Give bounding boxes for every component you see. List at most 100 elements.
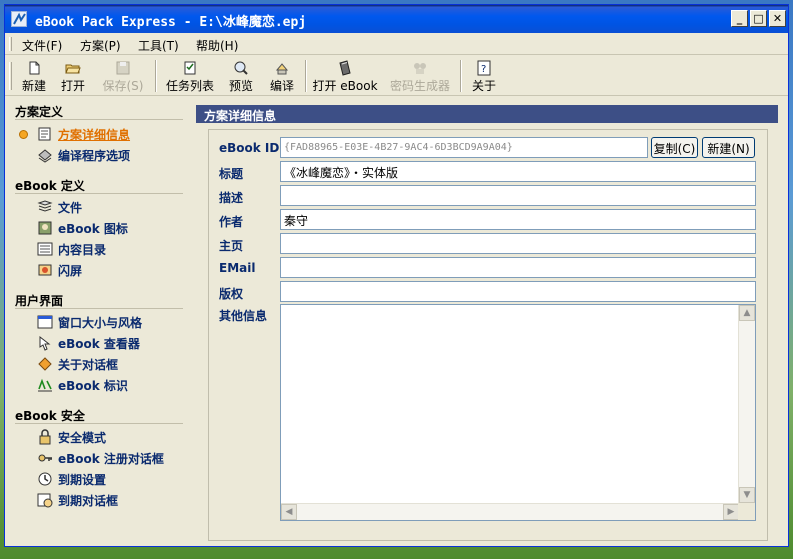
- sidebar-divider: [15, 308, 183, 309]
- splash-icon: [38, 264, 52, 276]
- sidebar-section-title: eBook 安全: [15, 409, 85, 423]
- minimize-button[interactable]: _: [731, 10, 748, 27]
- sidebar: 方案定义 方案详细信息 编译程序选项 eBook 定义 文件 eBook 图标 …: [5, 97, 188, 548]
- sidebar-item-label: 内容目录: [58, 243, 107, 257]
- ebook-id-field[interactable]: {FAD88965-E03E-4B27-9AC4-6D3BCD9A9A04}: [280, 137, 648, 158]
- sidebar-item-label: 窗口大小与风格: [58, 316, 143, 330]
- sidebar-item-label: 闪屏: [58, 264, 83, 278]
- maximize-button[interactable]: □: [750, 10, 767, 27]
- sidebar-item-label: 文件: [58, 201, 83, 215]
- expiry-settings-icon: [38, 472, 52, 486]
- horizontal-scrollbar[interactable]: ◀ ▶: [281, 503, 739, 520]
- scroll-right-icon[interactable]: ▶: [723, 504, 739, 520]
- toolbar: 新建 打开 保存(S) 任务列表 预览 编译 打开 eBook 密码生成器 ? …: [5, 56, 788, 96]
- files-icon: [37, 200, 53, 212]
- password-generator-button[interactable]: 密码生成器: [388, 58, 452, 94]
- sidebar-item-label: 方案详细信息: [58, 128, 131, 142]
- sidebar-item-label: 关于对话框: [58, 358, 119, 372]
- sidebar-item-label: 到期设置: [58, 473, 107, 487]
- menu-file[interactable]: 文件(F): [22, 37, 62, 54]
- menu-bar: 文件(F) 方案(P) 工具(T) 帮助(H): [5, 33, 788, 55]
- expiry-dialog-icon: [37, 493, 53, 508]
- window-title: eBook Pack Express - E:\冰峰魔恋.epj: [35, 15, 307, 30]
- author-label: 作者: [219, 215, 244, 229]
- scroll-down-icon[interactable]: ▼: [739, 487, 755, 503]
- copy-button[interactable]: 复制(C): [651, 137, 698, 158]
- toolbar-separator: [155, 60, 157, 92]
- email-field[interactable]: [280, 257, 756, 278]
- sidebar-item-label: eBook 查看器: [58, 337, 140, 351]
- app-window: eBook Pack Express - E:\冰峰魔恋.epj _ □ ✕ 文…: [4, 4, 789, 547]
- ebook-icon: [339, 60, 351, 76]
- description-field[interactable]: [280, 185, 756, 206]
- toolbar-grip: [9, 62, 12, 90]
- compiler-options-icon: [38, 149, 52, 163]
- author-field[interactable]: 秦守: [280, 209, 756, 230]
- password-generator-label: 密码生成器: [389, 79, 450, 93]
- active-bullet-icon: [19, 130, 28, 139]
- title-bar[interactable]: eBook Pack Express - E:\冰峰魔恋.epj _ □ ✕: [5, 5, 788, 33]
- sidebar-item-label: eBook 标识: [58, 379, 128, 393]
- svg-text:?: ?: [481, 64, 486, 75]
- vertical-scrollbar[interactable]: ▲ ▼: [738, 305, 755, 503]
- about-label: 关于: [471, 79, 496, 93]
- save-button[interactable]: 保存(S): [100, 58, 146, 94]
- sidebar-section-title: 方案定义: [15, 105, 64, 119]
- sidebar-item-label: 安全模式: [58, 431, 107, 445]
- password-generator-icon: [414, 63, 426, 74]
- save-label: 保存(S): [102, 79, 144, 93]
- menu-project[interactable]: 方案(P): [80, 37, 121, 54]
- ebook-icon-icon: [38, 221, 52, 235]
- sidebar-item-label: eBook 注册对话框: [58, 452, 164, 466]
- sidebar-item-label: 到期对话框: [58, 494, 119, 508]
- homepage-field[interactable]: [280, 233, 756, 254]
- compile-button[interactable]: 编译: [266, 58, 298, 94]
- app-icon[interactable]: [11, 11, 27, 27]
- new-id-button[interactable]: 新建(N): [702, 137, 755, 158]
- other-info-label: 其他信息: [219, 309, 268, 323]
- menu-help[interactable]: 帮助(H): [196, 37, 238, 54]
- toolbar-separator: [460, 60, 462, 92]
- copyright-field[interactable]: [280, 281, 756, 302]
- copyright-label: 版权: [219, 287, 244, 301]
- content-area: 方案详细信息 eBook ID: {FAD88965-E03E-4B27-9AC…: [196, 105, 778, 544]
- menu-tools[interactable]: 工具(T): [138, 37, 179, 54]
- ebook-id-label: eBook ID:: [219, 141, 285, 155]
- scroll-left-icon[interactable]: ◀: [281, 504, 297, 520]
- open-ebook-button[interactable]: 打开 eBook: [312, 58, 378, 94]
- preview-magnifier-icon: [234, 61, 248, 75]
- close-button[interactable]: ✕: [769, 10, 786, 27]
- scroll-up-icon[interactable]: ▲: [739, 305, 755, 321]
- open-button[interactable]: 打开: [57, 58, 89, 94]
- description-label: 描述: [219, 191, 244, 205]
- sidebar-item-label: eBook 图标: [58, 222, 128, 236]
- about-dialog-icon: [38, 357, 52, 371]
- other-info-textarea[interactable]: ▲ ▼ ◀ ▶: [280, 304, 756, 521]
- menu-grip: [9, 37, 12, 51]
- about-button[interactable]: ? 关于: [468, 58, 500, 94]
- branding-icon: [38, 378, 52, 392]
- project-details-panel: eBook ID: {FAD88965-E03E-4B27-9AC4-6D3BC…: [208, 129, 768, 541]
- sidebar-divider: [15, 119, 183, 120]
- open-ebook-label: 打开 eBook: [312, 79, 378, 93]
- sidebar-divider: [15, 423, 183, 424]
- title-field[interactable]: 《冰峰魔恋》・实体版: [280, 161, 756, 182]
- toc-icon: [37, 242, 53, 256]
- checklist-icon: [184, 61, 196, 75]
- help-icon: ?: [477, 60, 491, 76]
- new-file-icon: [29, 61, 40, 75]
- sidebar-divider: [15, 193, 183, 194]
- preview-label: 预览: [228, 79, 253, 93]
- task-list-label: 任务列表: [165, 79, 214, 93]
- new-button[interactable]: 新建: [18, 58, 50, 94]
- sidebar-item-label: 编译程序选项: [58, 149, 131, 163]
- window-style-icon: [37, 315, 53, 329]
- sidebar-section-title: eBook 定义: [15, 179, 85, 193]
- preview-button[interactable]: 预览: [225, 58, 257, 94]
- task-list-button[interactable]: 任务列表: [164, 58, 216, 94]
- lock-icon: [39, 429, 51, 445]
- compile-icon: [275, 63, 289, 75]
- new-label: 新建: [21, 79, 46, 93]
- toolbar-separator: [305, 60, 307, 92]
- compile-label: 编译: [269, 79, 294, 93]
